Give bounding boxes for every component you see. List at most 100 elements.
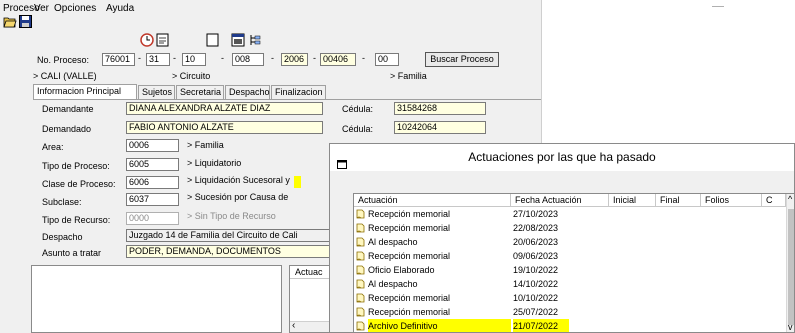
scroll-up-icon[interactable]: ^ [788,194,792,204]
table-row[interactable]: Oficio Elaborado 19/10/2022 [354,263,786,277]
tab-informacion-principal[interactable]: Informacion Principal [33,84,137,99]
table-row[interactable]: Recepción memorial 22/08/2023 [354,221,786,235]
document-icon [356,279,365,289]
column-header-actuacion[interactable]: Actuación [354,194,511,207]
tipo-recurso-label: Tipo de Recurso: [42,215,111,225]
despacho-label: Despacho [42,232,83,242]
separator: - [271,53,274,63]
demandado-field[interactable]: FABIO ANTONIO ALZATE [126,121,323,134]
window-icon [337,152,347,169]
open-folder-icon[interactable] [3,15,17,28]
dialog-title-bar[interactable]: Actuaciones por las que ha pasado [330,144,794,171]
tipo-proceso-label: Tipo de Proceso: [42,161,110,171]
cell-fecha: 19/10/2022 [513,265,559,275]
column-header-c[interactable]: C [762,194,786,207]
menu-opciones[interactable]: Opciones [54,3,96,14]
table-row[interactable]: Archivo Definitivo 21/07/2022 [354,319,786,332]
cell-fecha: 20/06/2023 [513,237,559,247]
subclase-code-field[interactable]: 6037 [126,193,179,206]
cedula-field-1[interactable]: 31584268 [394,102,486,115]
demandante-field[interactable]: DIANA ALEXANDRA ALZATE DIAZ [126,102,323,115]
asunto-label: Asunto a tratar [42,248,102,258]
document-icon [356,307,365,317]
table-row[interactable]: Recepción memorial 09/06/2023 [354,249,786,263]
actuaciones-grid[interactable]: Actuación Fecha Actuación Inicial Final … [353,193,794,332]
process-part-5[interactable]: 2006 [281,53,308,66]
cell-actuacion: Recepción memorial [368,223,451,233]
area-label: Area: [42,142,64,152]
table-row[interactable]: Al despacho 20/06/2023 [354,235,786,249]
cedula-field-2[interactable]: 10242064 [394,121,486,134]
document-icon [356,223,365,233]
table-row[interactable]: Recepción memorial 25/07/2022 [354,305,786,319]
table-row[interactable]: Al despacho 14/10/2022 [354,277,786,291]
subclase-label: Subclase: [42,197,82,207]
clase-proceso-label: Clase de Proceso: [42,179,116,189]
cell-actuacion: Oficio Elaborado [368,265,435,275]
column-header-inicial[interactable]: Inicial [609,194,656,207]
process-part-3[interactable]: 10 [182,53,206,66]
cell-fecha: 21/07/2022 [513,319,569,332]
process-part-6[interactable]: 00406 [320,53,356,66]
tab-sujetos[interactable]: Sujetos [138,85,175,99]
document-icon [356,265,365,275]
cell-actuacion: Archivo Definitivo [368,319,511,332]
tipo-recurso-description: > Sin Tipo de Recurso [187,211,276,221]
despacho-field[interactable]: Juzgado 14 de Familia del Circuito de Ca… [126,229,336,242]
menu-ayuda[interactable]: Ayuda [106,3,134,14]
tree-view-icon[interactable] [248,33,262,46]
separator: - [362,53,365,63]
tipo-proceso-code-field[interactable]: 6005 [126,158,179,171]
tab-despacho[interactable]: Despacho [225,85,270,99]
tab-secretaria[interactable]: Secretaria [176,85,224,99]
cell-actuacion: Recepción memorial [368,209,451,219]
column-header-fecha[interactable]: Fecha Actuación [511,194,609,207]
cell-fecha: 22/08/2023 [513,223,559,233]
vertical-scrollbar[interactable]: ^ v [786,194,794,332]
save-icon[interactable] [19,15,33,28]
column-header-final[interactable]: Final [656,194,701,207]
tipo-proceso-description: > Liquidatorio [187,158,242,168]
area-code-field[interactable]: 0006 [126,139,179,152]
process-part-7[interactable]: 00 [375,53,399,66]
asunto-field[interactable]: PODER, DEMANDA, DOCUMENTOS [126,245,336,258]
table-row[interactable]: Recepción memorial 10/10/2022 [354,291,786,305]
scroll-left-icon[interactable]: ‹ [292,320,295,331]
actuaciones-dialog: Actuaciones por las que ha pasado Actuac… [329,143,795,333]
process-part-1[interactable]: 76001 [102,53,135,66]
column-header-folios[interactable]: Folios [701,194,762,207]
separator: - [138,53,141,63]
process-part-2[interactable]: 31 [146,53,170,66]
new-page-icon[interactable] [206,33,220,47]
window-edge-marker [712,6,724,7]
demandante-label: Demandante [42,104,94,114]
clock-icon[interactable] [140,33,154,47]
horizontal-scrollbar[interactable]: ‹ [290,320,330,332]
scroll-down-icon[interactable]: v [788,322,793,332]
window-icon[interactable] [231,33,245,47]
separator: - [173,53,176,63]
cell-actuacion: Recepción memorial [368,293,451,303]
circuit-label: > Circuito [172,71,211,81]
cell-fecha: 25/07/2022 [513,307,559,317]
process-part-4[interactable]: 008 [232,53,264,66]
clase-proceso-code-field[interactable]: 6006 [126,176,179,189]
tipo-recurso-code-field[interactable]: 0000 [126,212,179,225]
process-number-label: No. Proceso: [37,55,90,65]
document-icon [356,321,365,331]
document-icon [356,209,365,219]
table-row[interactable]: Recepción memorial 27/10/2023 [354,207,786,221]
document-icon [356,251,365,261]
city-label: > CALI (VALLE) [33,71,97,81]
document-icon [356,293,365,303]
tab-finalizacion[interactable]: Finalizacion [271,85,326,99]
separator: - [313,53,316,63]
document-icon[interactable] [156,33,170,47]
notes-box[interactable] [31,265,282,333]
area-description: > Familia [187,140,224,150]
menu-ver[interactable]: Ver [34,3,49,14]
scrollbar-thumb[interactable] [788,209,794,325]
cell-actuacion: Recepción memorial [368,307,451,317]
cell-fecha: 14/10/2022 [513,279,559,289]
search-process-button[interactable]: Buscar Proceso [425,52,499,67]
